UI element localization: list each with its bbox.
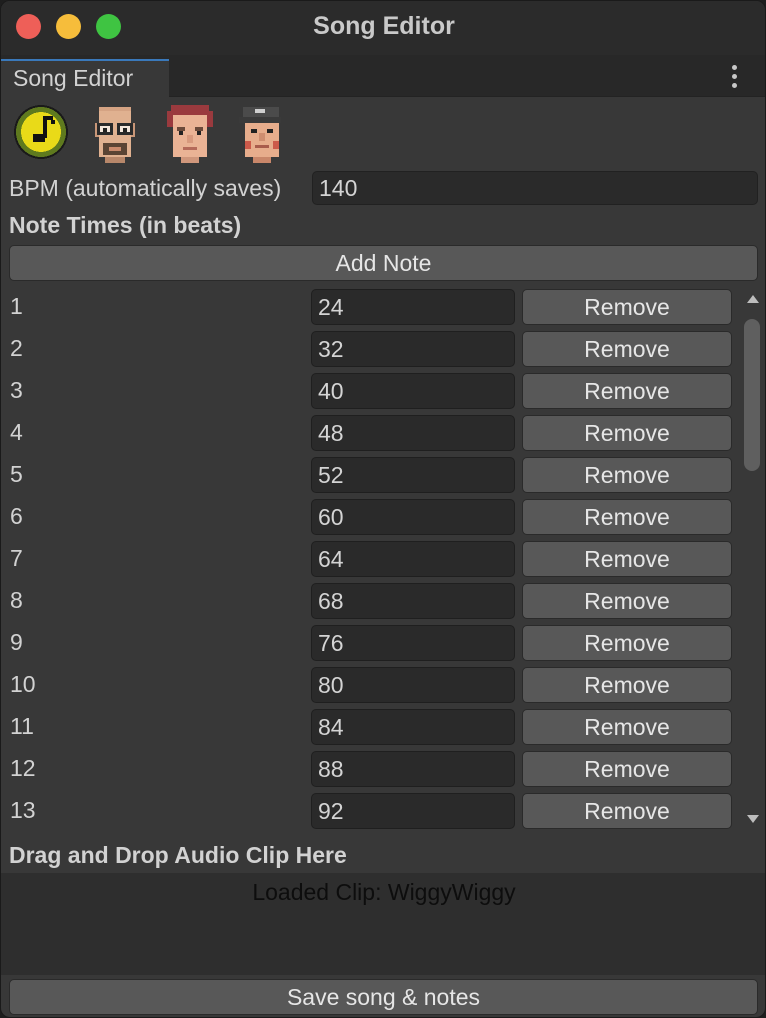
note-row: 8 68 Remove [1,581,741,623]
remove-note-button[interactable]: Remove [522,457,732,493]
note-index: 1 [10,293,23,319]
note-index: 8 [10,587,23,613]
more-options-icon[interactable] [725,65,745,89]
note-time-input[interactable]: 92 [311,793,515,829]
remove-note-button[interactable]: Remove [522,541,732,577]
remove-note-button[interactable]: Remove [522,793,732,829]
tab-song-editor[interactable]: Song Editor [1,59,169,97]
drop-zone-label: Drag and Drop Audio Clip Here [9,842,347,868]
note-index: 6 [10,503,23,529]
loaded-clip-text: Loaded Clip: WiggyWiggy [252,879,516,905]
note-times-heading: Note Times (in beats) [9,212,242,238]
note-index: 10 [10,671,36,697]
song-editor-window: Song Editor Song Editor BPM (automatical… [0,0,766,1018]
note-row: 5 52 Remove [1,455,741,497]
note-time-input[interactable]: 52 [311,457,515,493]
note-time-input[interactable]: 68 [311,583,515,619]
note-index: 11 [10,713,34,739]
note-time-input[interactable]: 64 [311,541,515,577]
add-note-button[interactable]: Add Note [9,245,758,281]
remove-note-button[interactable]: Remove [522,289,732,325]
note-row: 1 24 Remove [1,287,741,329]
note-index: 13 [10,797,36,823]
note-row: 13 92 Remove [1,791,741,833]
note-row: 10 80 Remove [1,665,741,707]
scroll-up-icon[interactable] [747,295,759,303]
bpm-label: BPM (automatically saves) [9,175,282,201]
remove-note-button[interactable]: Remove [522,667,732,703]
music-note-icon[interactable] [11,105,69,163]
remove-note-button[interactable]: Remove [522,583,732,619]
scroll-thumb[interactable] [744,319,760,471]
note-time-input[interactable]: 24 [311,289,515,325]
note-row: 9 76 Remove [1,623,741,665]
note-row: 6 60 Remove [1,497,741,539]
remove-note-button[interactable]: Remove [522,415,732,451]
remove-note-button[interactable]: Remove [522,751,732,787]
note-list: 1 24 Remove 2 32 Remove 3 40 Remove 4 48 Remove 5 52 R… [1,287,741,833]
tab-bar: Song Editor [1,55,765,97]
note-row: 11 84 Remove [1,707,741,749]
remove-note-button[interactable]: Remove [522,331,732,367]
bald-glasses-avatar[interactable] [87,105,145,163]
window-title: Song Editor [313,12,455,40]
cap-avatar[interactable] [233,105,291,163]
note-time-input[interactable]: 40 [311,373,515,409]
note-index: 5 [10,461,23,487]
bpm-input[interactable]: 140 [312,171,758,205]
note-index: 2 [10,335,23,361]
note-time-input[interactable]: 32 [311,331,515,367]
title-bar: Song Editor [1,1,765,55]
remove-note-button[interactable]: Remove [522,625,732,661]
note-row: 4 48 Remove [1,413,741,455]
note-time-input[interactable]: 80 [311,667,515,703]
red-hair-avatar[interactable] [161,105,219,163]
note-time-input[interactable]: 60 [311,499,515,535]
note-time-input[interactable]: 76 [311,625,515,661]
note-time-input[interactable]: 48 [311,415,515,451]
note-index: 4 [10,419,23,445]
note-row: 12 88 Remove [1,749,741,791]
note-index: 9 [10,629,23,655]
remove-note-button[interactable]: Remove [522,373,732,409]
note-index: 7 [10,545,23,571]
note-list-scrollbar[interactable] [741,289,765,831]
note-row: 2 32 Remove [1,329,741,371]
note-index: 12 [10,755,36,781]
note-time-input[interactable]: 88 [311,751,515,787]
note-time-input[interactable]: 84 [311,709,515,745]
remove-note-button[interactable]: Remove [522,499,732,535]
note-row: 7 64 Remove [1,539,741,581]
save-song-button[interactable]: Save song & notes [9,979,758,1015]
note-row: 3 40 Remove [1,371,741,413]
scroll-down-icon[interactable] [747,815,759,823]
note-index: 3 [10,377,23,403]
remove-note-button[interactable]: Remove [522,709,732,745]
